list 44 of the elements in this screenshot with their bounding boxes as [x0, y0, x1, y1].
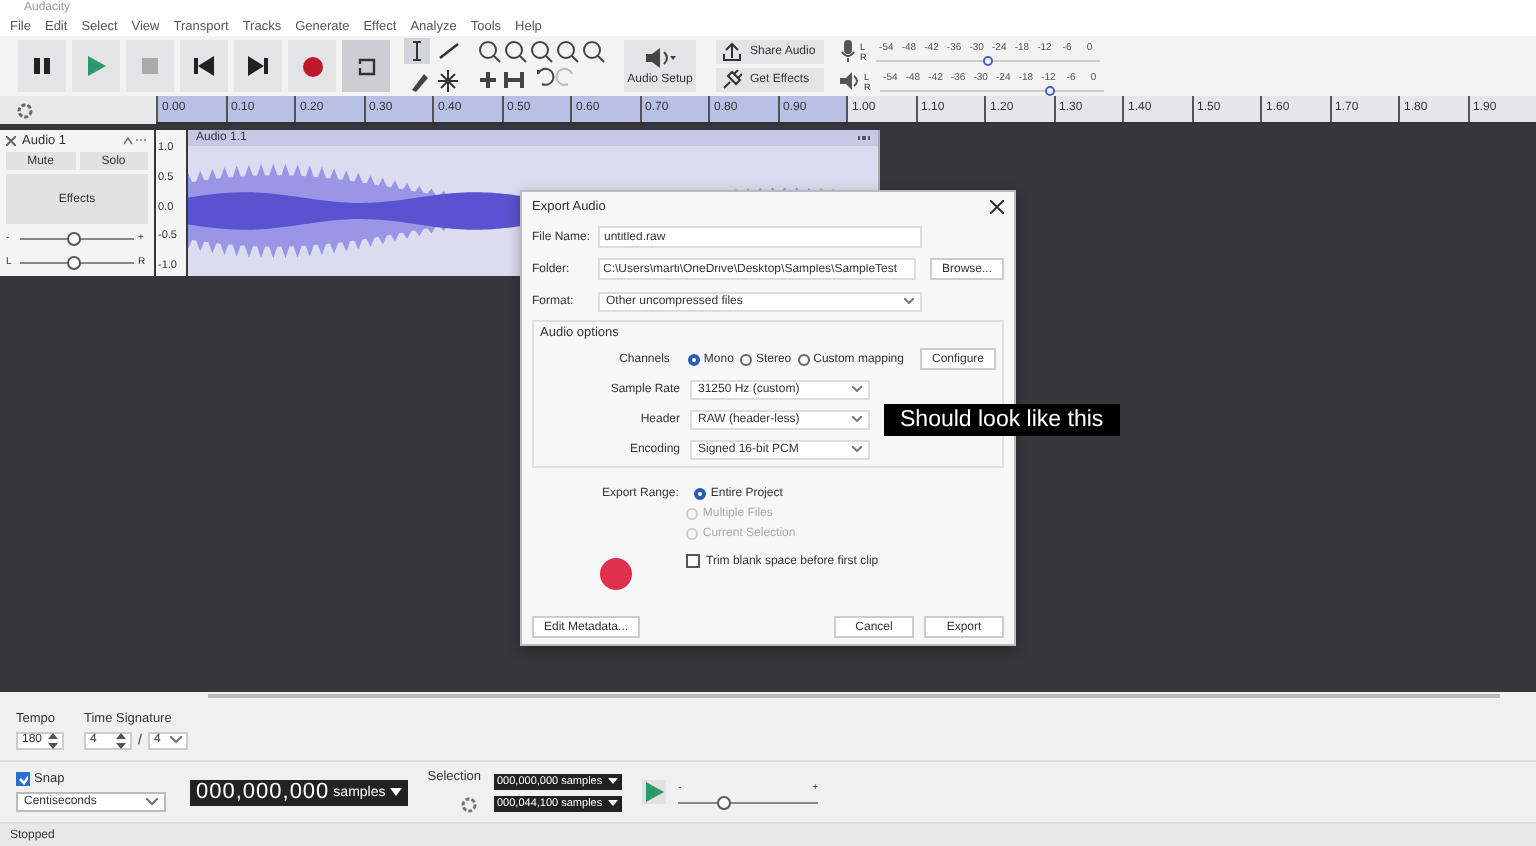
spin-arrows-icon — [116, 731, 126, 749]
loop-icon — [355, 55, 377, 77]
edit-tools-icon[interactable] — [404, 38, 464, 94]
slider-thumb[interactable] — [67, 255, 82, 269]
upload-icon — [722, 42, 742, 62]
spin-arrows-icon — [48, 731, 58, 749]
chevron-down-icon — [852, 386, 862, 392]
chevron-down-icon — [852, 446, 862, 452]
caption-text: Should look like this — [884, 404, 1120, 436]
skip-start-button[interactable] — [180, 40, 228, 92]
settings-icon[interactable] — [459, 796, 478, 814]
slider-thumb[interactable] — [67, 231, 82, 245]
checkmark-icon — [18, 772, 28, 786]
pause-icon — [32, 56, 52, 76]
speaker-icon — [840, 70, 860, 92]
stop-icon — [140, 56, 160, 76]
loop-button[interactable] — [342, 40, 390, 92]
close-icon[interactable] — [6, 136, 16, 146]
zoom-tools-icon[interactable] — [476, 38, 608, 94]
skip-start-icon — [194, 56, 214, 76]
track-menu-icon[interactable] — [124, 136, 148, 146]
caret-icon — [608, 778, 619, 784]
caret-icon — [608, 800, 619, 806]
play-icon — [86, 56, 106, 76]
microphone-icon — [840, 40, 856, 62]
chevron-down-icon — [904, 298, 914, 304]
play-icon — [645, 782, 664, 802]
settings-icon[interactable] — [16, 101, 34, 119]
chevron-down-icon — [852, 416, 862, 422]
caret-icon — [389, 788, 402, 796]
pause-button[interactable] — [18, 40, 66, 92]
speaker-icon — [644, 47, 676, 67]
slider-thumb[interactable] — [983, 55, 993, 65]
chevron-down-icon — [146, 798, 158, 806]
skip-end-button[interactable] — [234, 40, 282, 92]
record-icon — [301, 55, 323, 77]
skip-end-icon — [248, 56, 268, 76]
scrollbar-thumb[interactable] — [208, 694, 1500, 698]
close-icon[interactable] — [990, 199, 1004, 213]
plug-icon — [722, 70, 742, 90]
slider-thumb[interactable] — [717, 795, 732, 809]
chevron-down-icon — [169, 736, 182, 744]
play-at-speed-button[interactable] — [642, 780, 667, 804]
record-button[interactable] — [288, 40, 336, 92]
